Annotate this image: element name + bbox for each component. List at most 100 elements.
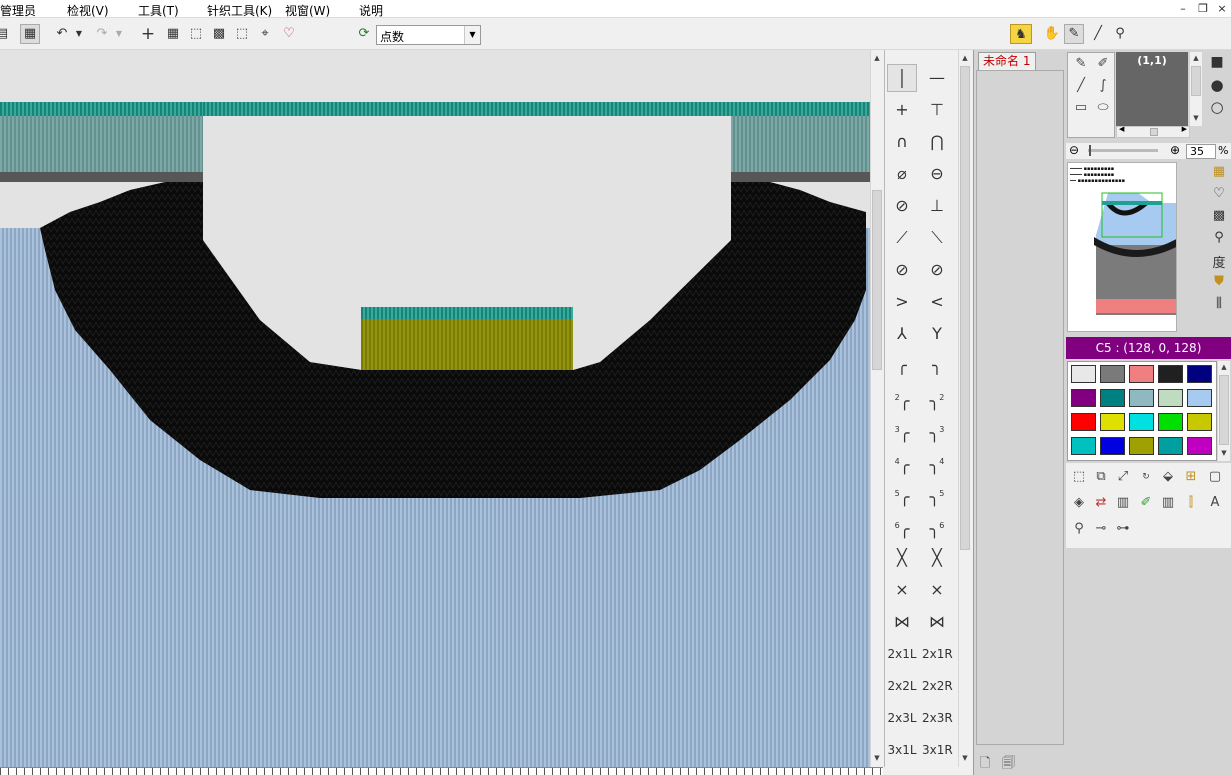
zoom-slider-thumb[interactable] — [1089, 145, 1091, 156]
palette-scrollbar[interactable]: ▲ ▼ — [1217, 361, 1230, 461]
lasso-icon[interactable]: ⌖ — [255, 24, 275, 44]
new-file-icon[interactable]: 🗋 — [980, 754, 990, 775]
undo-dropdown-icon[interactable]: ▼ — [72, 24, 86, 44]
palette-swatch[interactable] — [1129, 413, 1154, 431]
menu-view[interactable]: 检视(V) — [67, 2, 109, 19]
save-icon[interactable]: ▤ — [0, 24, 12, 44]
brush-tool-icon[interactable]: ✐ — [1136, 493, 1156, 513]
stitch-2x3r-symbol[interactable]: 2x3R — [922, 704, 953, 732]
palette-swatch[interactable] — [1158, 389, 1183, 407]
column-marker-icon[interactable]: ▥ — [1158, 493, 1178, 513]
stitch-move-left-4-symbol[interactable]: 4╭ — [887, 448, 917, 476]
stitch-move-right-symbol[interactable]: ╮ — [922, 352, 952, 380]
heart-view-icon[interactable]: ♡ — [1209, 186, 1229, 201]
refresh-icon[interactable]: ⟳ — [354, 24, 374, 44]
rotate-tool-icon[interactable]: ↻ — [1136, 467, 1156, 487]
stitch-left-cross-symbol[interactable]: ⟋ — [887, 224, 917, 252]
stitch-panel-scrollbar[interactable]: ▲ ▼ — [958, 50, 972, 767]
undo-icon[interactable]: ↶ — [52, 24, 72, 44]
stitch-loop-symbol[interactable]: ⌀ — [887, 160, 917, 188]
menu-knit-tools[interactable]: 针织工具(K) — [207, 2, 272, 19]
redo-icon[interactable]: ↷ — [92, 24, 112, 44]
fill-square-icon[interactable]: ■ — [1207, 54, 1227, 70]
cross-icon[interactable]: + — [138, 24, 158, 44]
palette-swatch[interactable] — [1129, 389, 1154, 407]
line-icon[interactable]: ╱ — [1088, 24, 1108, 44]
mode-select[interactable]: 点数 ▼ — [376, 25, 481, 45]
palette-swatch[interactable] — [1158, 437, 1183, 455]
brush-tool-icon[interactable]: ✐ — [1093, 55, 1113, 73]
palette-swatch[interactable] — [1129, 437, 1154, 455]
stitch-cable-left-symbol[interactable]: ⨯ — [887, 576, 917, 604]
knit-garment-icon[interactable]: ♞ — [1010, 24, 1032, 44]
grid-tool-icon[interactable]: ⊞ — [1181, 467, 1201, 487]
palette-swatch[interactable] — [1071, 365, 1096, 383]
stitch-move-right-2-symbol[interactable]: ╮2 — [922, 384, 952, 412]
palette-swatch[interactable] — [1100, 437, 1125, 455]
stitch-2x2r-symbol[interactable]: 2x2R — [922, 672, 953, 700]
stitch-move-left-symbol[interactable]: ╭ — [887, 352, 917, 380]
palette-swatch[interactable] — [1129, 365, 1154, 383]
stitch-move-right-6-symbol[interactable]: ╮6 — [922, 512, 952, 540]
eyedropper-icon[interactable]: ✎ — [1064, 24, 1084, 44]
copy-tool-icon[interactable]: ⧉ — [1091, 467, 1111, 487]
degree-label[interactable]: 度 — [1209, 252, 1229, 271]
preview-hscroll-thumb[interactable] — [1150, 128, 1158, 136]
bucket-fill-icon[interactable]: ◈ — [1069, 493, 1089, 513]
stitch-2x1l-symbol[interactable]: 2x1L — [887, 640, 917, 668]
palette-swatch[interactable] — [1187, 413, 1212, 431]
shield-icon[interactable]: ⛊ — [1209, 274, 1229, 289]
scroll-right-icon[interactable]: ▶ — [1182, 125, 1187, 133]
column-tool-icon[interactable]: ▥ — [1113, 493, 1133, 513]
check-grid-icon[interactable]: ▦ — [20, 24, 40, 44]
scroll-down-icon[interactable]: ▼ — [1218, 447, 1230, 459]
palette-swatch[interactable] — [1158, 365, 1183, 383]
edit-tool-icon[interactable]: ⬙ — [1158, 467, 1178, 487]
grid-icon[interactable]: ▦ — [163, 24, 183, 44]
minimize-button[interactable]: – — [1175, 1, 1191, 17]
stitch-y-left-symbol[interactable]: ⅄ — [887, 320, 917, 348]
stitch-left-angle-symbol[interactable]: < — [922, 288, 952, 316]
select-icon[interactable]: ⬚ — [186, 24, 206, 44]
stitch-right-cross-symbol[interactable]: ⟍ — [922, 224, 952, 252]
bars-icon[interactable]: ⫼ — [1209, 296, 1229, 311]
stitch-right-angle-symbol[interactable]: > — [887, 288, 917, 316]
curve-tool-icon[interactable]: ∫ — [1093, 77, 1113, 95]
palette-swatch[interactable] — [1187, 437, 1212, 455]
stitch-2x1r-symbol[interactable]: 2x1R — [922, 640, 953, 668]
palette-swatch[interactable] — [1100, 365, 1125, 383]
needle-view-icon[interactable]: ⚲ — [1209, 230, 1229, 245]
stitch-cross-x-2-symbol[interactable]: ╳ — [922, 544, 952, 572]
restore-button[interactable]: ❐ — [1195, 1, 1211, 17]
canvas-vertical-scrollbar[interactable]: ▲ ▼ — [870, 50, 883, 767]
scroll-up-icon[interactable]: ▲ — [959, 52, 971, 64]
preview-scroll-thumb[interactable] — [1191, 66, 1201, 96]
stitch-miss-symbol[interactable]: ⊥ — [922, 192, 952, 220]
open-files-icon[interactable]: 🗐 — [1002, 754, 1015, 775]
stitch-y-right-symbol[interactable]: Y — [922, 320, 952, 348]
file-tab-untitled[interactable]: 未命名 1 — [978, 52, 1036, 70]
stitch-purl-symbol[interactable]: — — [922, 64, 952, 92]
fill-circle-icon[interactable]: ● — [1207, 76, 1227, 94]
swap-colors-icon[interactable]: ⇄ — [1091, 493, 1111, 513]
stitch-2x3l-symbol[interactable]: 2x3L — [887, 704, 917, 732]
menu-window[interactable]: 视窗(W) — [285, 2, 330, 19]
palette-swatch[interactable] — [1071, 437, 1096, 455]
scroll-down-icon[interactable]: ▼ — [959, 752, 971, 764]
stitch-arch-symbol[interactable]: ∩ — [887, 128, 917, 156]
rectangle-tool-icon[interactable]: ▭ — [1071, 99, 1091, 117]
grid-view-icon[interactable]: ▦ — [1209, 164, 1229, 179]
palette-swatch[interactable] — [1100, 413, 1125, 431]
scroll-up-icon[interactable]: ▲ — [871, 52, 883, 64]
pattern-icon[interactable]: ▩ — [209, 24, 229, 44]
palette-scroll-thumb[interactable] — [1219, 375, 1229, 445]
stitch-loop-line-symbol[interactable]: ⊖ — [922, 160, 952, 188]
needle-icon[interactable]: ⚲ — [1110, 24, 1130, 44]
stitch-move-left-2-symbol[interactable]: 2╭ — [887, 384, 917, 412]
region-icon[interactable]: ⬚ — [232, 24, 252, 44]
stitch-move-left-3-symbol[interactable]: 3╭ — [887, 416, 917, 444]
stitch-cable-wide-left-symbol[interactable]: ⋈ — [887, 608, 917, 636]
zoom-out-icon[interactable]: ⊖ — [1069, 143, 1079, 157]
scroll-left-icon[interactable]: ◀ — [1119, 125, 1124, 133]
line-tool-icon[interactable]: ╱ — [1071, 77, 1091, 95]
